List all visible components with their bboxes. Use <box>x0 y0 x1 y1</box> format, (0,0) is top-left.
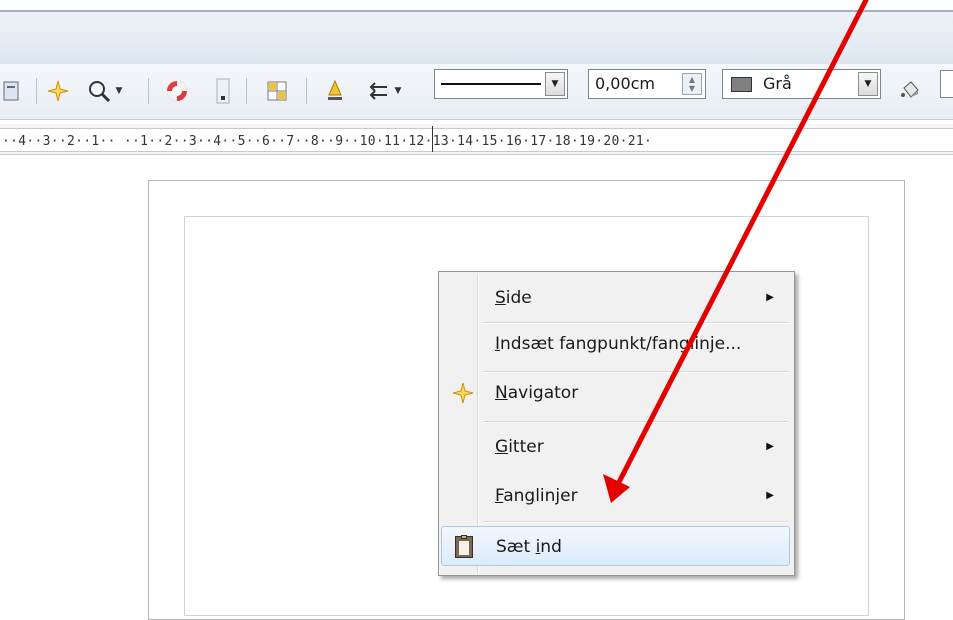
toolbar-separator <box>36 78 37 104</box>
line-width-field[interactable]: 0,00cm ▲ ▼ <box>588 69 706 99</box>
line-style-select[interactable]: ▼ <box>434 69 568 99</box>
ruler-ticks: ··4··3··2··1·· ··1··2··3··4··5··6··7··8·… <box>2 134 653 149</box>
line-width-spinner[interactable]: ▲ ▼ <box>682 73 702 95</box>
menu-item-navigator[interactable]: Navigator <box>441 373 790 413</box>
menu-item-grid[interactable]: Gitter ▶ <box>441 427 790 467</box>
menu-separator <box>483 521 788 523</box>
toolbar-separator <box>306 78 307 104</box>
line-ends-icon[interactable]: ▼ <box>356 78 412 104</box>
context-menu: Side ▶ Indsæt fangpunkt/fanglinje... Nav… <box>438 271 795 576</box>
menu-bar-area <box>0 12 953 65</box>
document-icon[interactable] <box>0 78 22 104</box>
menu-item-label: Indsæt fangpunkt/fanglinje... <box>495 334 742 354</box>
spin-up-icon[interactable]: ▲ <box>689 75 695 84</box>
line-style-preview <box>441 83 541 85</box>
spin-down-icon[interactable]: ▼ <box>689 84 695 93</box>
menu-item-label: Side <box>495 288 532 308</box>
submenu-arrow-icon: ▶ <box>766 292 774 303</box>
menu-item-label: Sæt ind <box>496 537 562 557</box>
navigator-star-icon[interactable] <box>44 78 72 104</box>
line-width-value: 0,00cm <box>595 74 656 93</box>
area-color-select[interactable] <box>940 70 953 98</box>
paste-clipboard-icon <box>451 527 477 567</box>
grid-icon[interactable] <box>262 78 292 104</box>
toolbar-separator <box>246 78 247 104</box>
glue-point-icon[interactable] <box>320 78 350 104</box>
menu-item-label: Fanglinjer <box>495 486 578 506</box>
submenu-arrow-icon: ▶ <box>766 441 774 452</box>
ruler-position-marker <box>432 126 433 152</box>
menu-item-side[interactable]: Side ▶ <box>441 278 790 318</box>
help-lifebuoy-icon[interactable] <box>160 78 194 104</box>
submenu-arrow-icon: ▶ <box>766 490 774 501</box>
chevron-down-icon[interactable]: ▼ <box>545 72 565 96</box>
menu-item-snap-lines[interactable]: Fanglinjer ▶ <box>441 476 790 516</box>
toolbar-separator <box>148 78 149 104</box>
chevron-down-icon[interactable]: ▼ <box>116 86 123 96</box>
line-color-select[interactable]: Grå ▼ <box>722 69 881 99</box>
horizontal-ruler[interactable]: ··4··3··2··1·· ··1··2··3··4··5··6··7··8·… <box>0 124 953 155</box>
menu-item-insert-snap-point[interactable]: Indsæt fangpunkt/fanglinje... <box>441 324 790 364</box>
menu-separator <box>483 421 788 423</box>
toolbar-overflow-icon[interactable] <box>212 78 234 104</box>
menu-item-paste[interactable]: Sæt ind <box>441 526 790 566</box>
menu-item-label: Gitter <box>495 437 544 457</box>
navigator-star-icon <box>450 373 476 413</box>
chevron-down-icon[interactable]: ▼ <box>395 86 402 96</box>
area-fill-bucket-icon[interactable] <box>895 78 925 104</box>
chevron-down-icon[interactable]: ▼ <box>858 72 878 96</box>
ruler-scale: ··4··3··2··1·· ··1··2··3··4··5··6··7··8·… <box>0 128 953 152</box>
zoom-icon[interactable]: ▼ <box>78 78 132 104</box>
menu-item-label: Navigator <box>495 383 579 403</box>
line-color-label: Grå <box>763 74 792 93</box>
line-color-swatch <box>731 77 752 92</box>
